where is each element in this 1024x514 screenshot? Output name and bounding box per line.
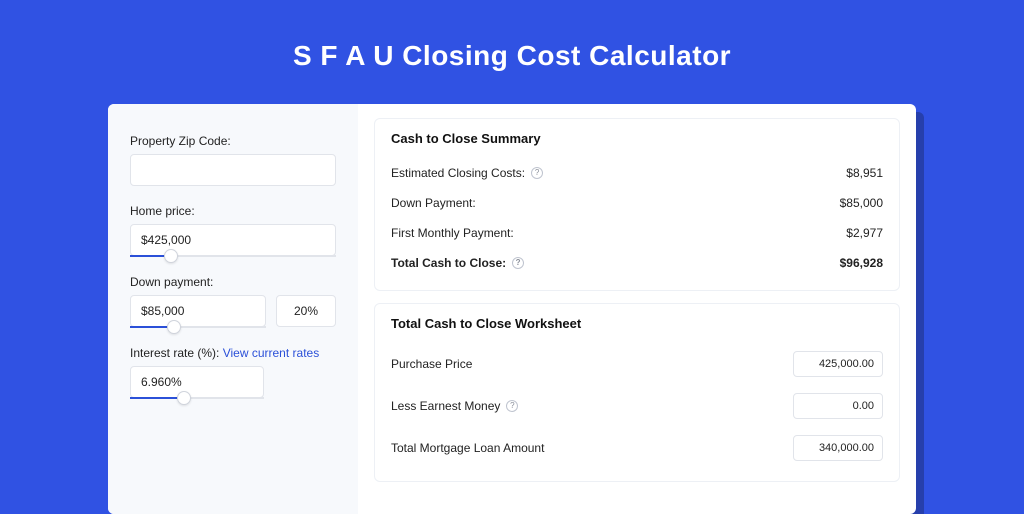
help-icon[interactable]: ? <box>512 257 524 269</box>
summary-row-total-cash: Total Cash to Close: ? $96,928 <box>391 248 883 278</box>
row-value: $85,000 <box>840 196 883 210</box>
row-label: Total Mortgage Loan Amount <box>391 441 544 455</box>
zip-label: Property Zip Code: <box>130 134 336 148</box>
row-value: $2,977 <box>846 226 883 240</box>
summary-row-estimated-costs: Estimated Closing Costs: ? $8,951 <box>391 158 883 188</box>
interest-rate-label: Interest rate (%): View current rates <box>130 346 336 360</box>
row-value-input[interactable]: 340,000.00 <box>793 435 883 461</box>
row-value: $96,928 <box>840 256 883 270</box>
down-payment-label: Down payment: <box>130 275 336 289</box>
slider-thumb-icon[interactable] <box>177 391 191 405</box>
slider-thumb-icon[interactable] <box>167 320 181 334</box>
home-price-field-group: Home price: <box>130 204 336 257</box>
worksheet-row-earnest-money: Less Earnest Money ? 0.00 <box>391 385 883 427</box>
worksheet-title: Total Cash to Close Worksheet <box>391 316 883 331</box>
row-label: First Monthly Payment: <box>391 226 514 240</box>
worksheet-row-purchase-price: Purchase Price 425,000.00 <box>391 343 883 385</box>
cash-to-close-summary-panel: Cash to Close Summary Estimated Closing … <box>374 118 900 291</box>
interest-rate-slider[interactable] <box>130 397 264 399</box>
inputs-panel: Property Zip Code: Home price: Down paym… <box>108 104 358 514</box>
down-payment-slider[interactable] <box>130 326 266 328</box>
row-value-input[interactable]: 425,000.00 <box>793 351 883 377</box>
down-payment-field-group: Down payment: 20% <box>130 275 336 328</box>
home-price-slider[interactable] <box>130 255 336 257</box>
row-label: Purchase Price <box>391 357 472 371</box>
worksheet-panel: Total Cash to Close Worksheet Purchase P… <box>374 303 900 482</box>
view-rates-link[interactable]: View current rates <box>223 346 320 360</box>
down-payment-input[interactable] <box>130 295 266 327</box>
row-label: Down Payment: <box>391 196 476 210</box>
calculator-card: Property Zip Code: Home price: Down paym… <box>108 104 916 514</box>
worksheet-row-mortgage-amount: Total Mortgage Loan Amount 340,000.00 <box>391 427 883 469</box>
zip-field-group: Property Zip Code: <box>130 134 336 186</box>
help-icon[interactable]: ? <box>506 400 518 412</box>
help-icon[interactable]: ? <box>531 167 543 179</box>
summary-row-first-payment: First Monthly Payment: $2,977 <box>391 218 883 248</box>
row-label: Estimated Closing Costs: <box>391 166 525 180</box>
zip-input[interactable] <box>130 154 336 186</box>
home-price-label: Home price: <box>130 204 336 218</box>
summary-title: Cash to Close Summary <box>391 131 883 146</box>
interest-rate-field-group: Interest rate (%): View current rates <box>130 346 336 399</box>
slider-thumb-icon[interactable] <box>164 249 178 263</box>
home-price-input[interactable] <box>130 224 336 256</box>
summary-row-down-payment: Down Payment: $85,000 <box>391 188 883 218</box>
row-value: $8,951 <box>846 166 883 180</box>
down-payment-percent-input[interactable]: 20% <box>276 295 336 327</box>
row-label: Total Cash to Close: <box>391 256 506 270</box>
interest-rate-input[interactable] <box>130 366 264 398</box>
row-label: Less Earnest Money <box>391 399 500 413</box>
page-title: S F A U Closing Cost Calculator <box>0 40 1024 72</box>
row-value-input[interactable]: 0.00 <box>793 393 883 419</box>
results-panel: Cash to Close Summary Estimated Closing … <box>358 104 916 514</box>
